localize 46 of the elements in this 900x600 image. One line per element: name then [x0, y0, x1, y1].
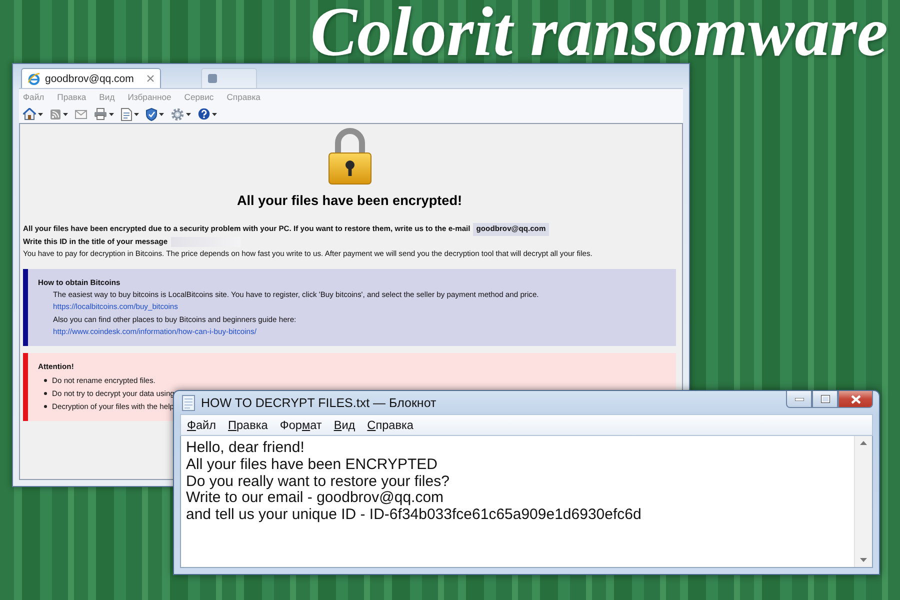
bullet-icon: [44, 392, 47, 395]
caret-icon[interactable]: [63, 112, 68, 116]
headline: Colorit ransomware: [310, 0, 888, 70]
home-icon[interactable]: [23, 108, 36, 120]
padlock-icon: [326, 127, 374, 185]
scroll-down-icon[interactable]: [860, 558, 867, 562]
bullet-icon: [44, 378, 47, 382]
help-icon[interactable]: [198, 108, 210, 120]
caret-icon[interactable]: [38, 112, 43, 116]
menu-item[interactable]: Формат: [280, 418, 322, 432]
close-button[interactable]: [838, 391, 873, 408]
minimize-icon: [794, 398, 804, 400]
page-heading: All your files have been encrypted!: [236, 193, 464, 209]
window-title: HOW TO DECRYPT FILES.txt — Блокнот: [201, 396, 438, 410]
menu-item[interactable]: Файл: [187, 418, 216, 432]
menu-item[interactable]: Правка: [228, 418, 268, 432]
caret-icon[interactable]: [134, 112, 139, 116]
menu-item[interactable]: Справка: [367, 418, 414, 432]
maximize-icon: [820, 395, 830, 403]
maximize-button[interactable]: [812, 391, 838, 408]
shield-icon[interactable]: [146, 108, 157, 120]
close-icon: [850, 394, 860, 404]
browser-tab[interactable]: [201, 68, 257, 88]
mail-icon[interactable]: [75, 110, 87, 118]
close-icon[interactable]: [147, 75, 154, 82]
caret-icon[interactable]: [109, 112, 114, 116]
menu-item[interactable]: Правка: [57, 92, 86, 102]
document-icon: [182, 394, 195, 410]
scrollbar[interactable]: [854, 436, 872, 567]
printer-icon[interactable]: [94, 108, 107, 120]
minimize-button[interactable]: [786, 391, 812, 408]
browser-tab[interactable]: goodbrov@qq.com: [21, 68, 161, 88]
menu-item[interactable]: Избранное: [128, 92, 172, 102]
menu-item[interactable]: Справка: [226, 92, 260, 102]
caret-icon[interactable]: [159, 112, 164, 116]
menu-item[interactable]: Вид: [99, 92, 115, 102]
browser-icon: [28, 72, 40, 84]
bullet-icon: [44, 404, 47, 408]
menu-item[interactable]: Сервис: [184, 92, 214, 102]
menu-item[interactable]: Файл: [23, 92, 44, 102]
page-icon[interactable]: [121, 108, 132, 120]
caret-icon[interactable]: [212, 112, 217, 116]
scroll-up-icon[interactable]: [860, 441, 867, 445]
square-icon: [208, 74, 217, 83]
menu-item[interactable]: Вид: [334, 418, 356, 432]
caret-icon[interactable]: [186, 112, 191, 116]
